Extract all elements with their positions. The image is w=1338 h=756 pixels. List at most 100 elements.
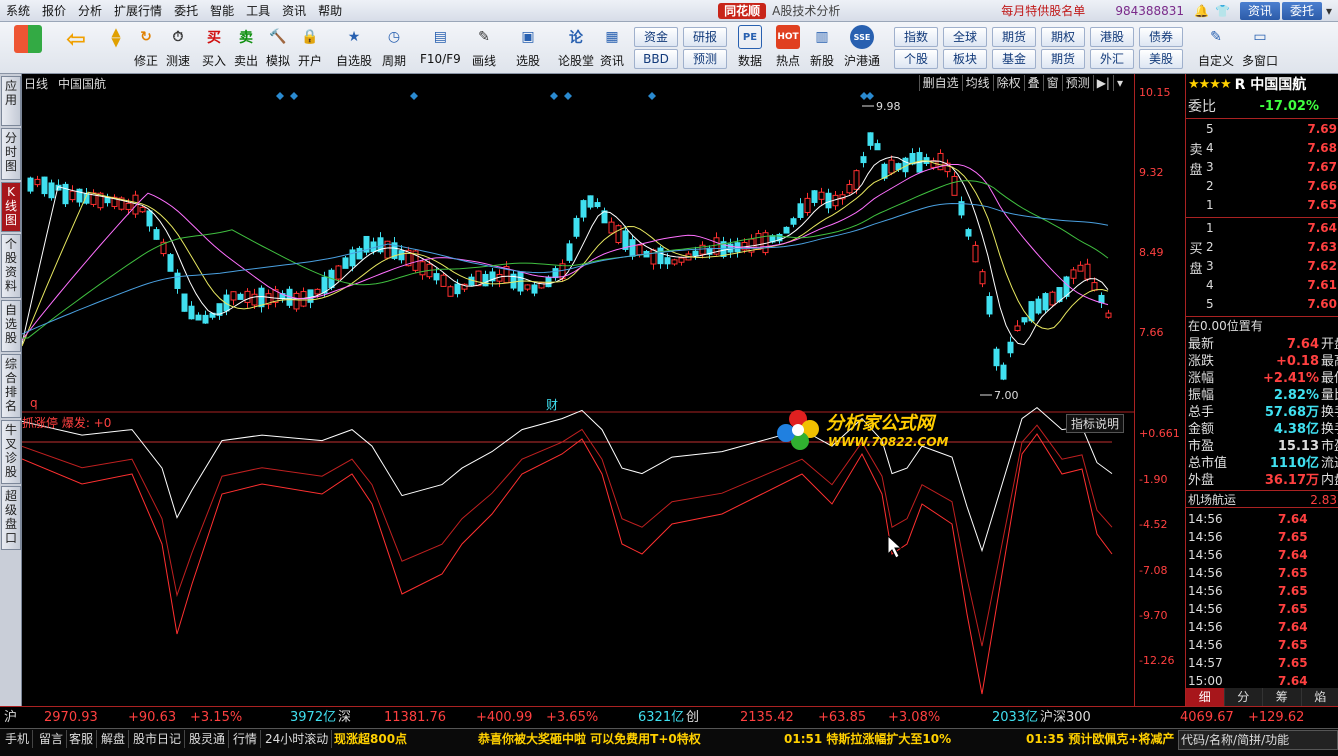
hotspot-button[interactable]: HOT 热点 <box>776 25 800 71</box>
buy-level[interactable]: 2 7.63 <box>1206 239 1338 256</box>
tab-kline[interactable]: K线图 <box>1 182 21 232</box>
overlay-button[interactable]: 叠 <box>1023 75 1043 91</box>
sell-level[interactable]: 5 7.69 <box>1206 121 1338 138</box>
open-account-button[interactable]: 🔒 开户 <box>298 25 322 71</box>
up-down-button[interactable]: ▲ ▼ <box>104 25 128 71</box>
multi-window-button[interactable]: ▭ 多窗口 <box>1242 25 1278 71</box>
news-ticker-3[interactable]: 01:51 特斯拉涨幅扩大至10% <box>784 730 951 748</box>
back-button[interactable]: ⇦ <box>62 25 90 71</box>
index-button[interactable]: 指数 <box>894 27 938 47</box>
correct-button[interactable]: ↻ 修正 <box>134 25 158 71</box>
buy-level[interactable]: 4 7.61 <box>1206 277 1338 294</box>
mobile-button[interactable]: 手机 <box>2 730 34 748</box>
sell-level[interactable]: 1 7.65 <box>1206 197 1338 214</box>
draw-line-button[interactable]: ✎ 画线 <box>472 25 496 71</box>
tab-super-level2[interactable]: 超级盘口 <box>1 486 21 550</box>
buy-button[interactable]: 买 买入 <box>202 25 226 71</box>
bell-icon[interactable]: 🔔 <box>1194 4 1209 18</box>
sell-button[interactable]: 卖 卖出 <box>234 25 258 71</box>
menu-analysis[interactable]: 分析 <box>72 0 108 22</box>
tab-intraday[interactable]: 分时图 <box>1 128 21 180</box>
ipo-button[interactable]: ▥ 新股 <box>810 25 834 71</box>
research-button[interactable]: 研报 <box>683 27 727 47</box>
f10-button[interactable]: ▤ F10/F9 <box>420 25 461 71</box>
indicator-help-button[interactable]: 指标说明 <box>1065 414 1124 433</box>
window-button[interactable]: 窗 <box>1042 75 1062 91</box>
tab-ranking[interactable]: 综合排名 <box>1 354 21 418</box>
analysis-button[interactable]: 解盘 <box>98 730 130 748</box>
menu-system[interactable]: 系统 <box>0 0 36 22</box>
tab-apps[interactable]: 应用 <box>1 76 21 126</box>
futures2-button[interactable]: 期货 <box>1041 49 1085 69</box>
tab-detail[interactable]: 细 <box>1186 688 1224 706</box>
forecast-button[interactable]: 预测 <box>683 49 727 69</box>
buy-level[interactable]: 5 7.60 <box>1206 296 1338 313</box>
us-stock-button[interactable]: 美股 <box>1139 49 1183 69</box>
forex-button[interactable]: 外汇 <box>1090 49 1134 69</box>
news-ticker-2[interactable]: 恭喜你被大奖砸中啦 可以免费用T+0特权 <box>478 730 701 748</box>
menu-news[interactable]: 资讯 <box>276 0 312 22</box>
bond-button[interactable]: 债券 <box>1139 27 1183 47</box>
forum-button[interactable]: 论 论股堂 <box>558 25 594 71</box>
futures-button[interactable]: 期货 <box>992 27 1036 47</box>
promo-link[interactable]: 每月特供股名单 <box>1001 2 1085 19</box>
24h-button[interactable]: 24小时滚动 <box>262 730 333 748</box>
tab-flame[interactable]: 焰 <box>1301 688 1338 706</box>
code-search-input[interactable]: 代码/名称/简拼/功能 <box>1178 730 1338 750</box>
guling-button[interactable]: 股灵通 <box>186 730 230 748</box>
news-ticker-4[interactable]: 01:35 预计欧佩克+将减产 <box>1026 730 1174 748</box>
shirt-icon[interactable]: 👕 <box>1215 4 1230 18</box>
tab-watchlist[interactable]: 自选股 <box>1 300 21 352</box>
sell-level[interactable]: 3 7.67 <box>1206 159 1338 176</box>
data-button[interactable]: PE 数据 <box>738 25 762 71</box>
menu-quote[interactable]: 报价 <box>36 0 72 22</box>
simulate-button[interactable]: 🔨 模拟 <box>266 25 290 71</box>
period-button[interactable]: ◷ 周期 <box>382 25 406 71</box>
layout-button[interactable] <box>14 25 42 71</box>
chevron-down-icon[interactable]: ▾ <box>1112 75 1126 91</box>
menu-tools[interactable]: 工具 <box>240 0 276 22</box>
diary-button[interactable]: 股市日记 <box>130 730 186 748</box>
predict-button[interactable]: 预测 <box>1061 75 1093 91</box>
index-bar[interactable]: 沪 2970.93 +90.63 +3.15% 3972亿 深 11381.76… <box>0 706 1338 728</box>
news-ticker-1[interactable]: 现涨超800点 <box>334 730 407 748</box>
kline-chart[interactable]: 9.98 7.00 <box>22 74 1134 706</box>
menu-trade[interactable]: 委托 <box>168 0 204 22</box>
speed-test-button[interactable]: ⏱ 测速 <box>166 25 190 71</box>
menu-smart[interactable]: 智能 <box>204 0 240 22</box>
remove-watchlist-button[interactable]: 删自选 <box>918 75 962 91</box>
fund-flow-button[interactable]: 资金 <box>634 27 678 47</box>
sector-row[interactable]: 机场航运 2.83 <box>1186 490 1338 508</box>
hk-stock-button[interactable]: 港股 <box>1090 27 1134 47</box>
top-trade-button[interactable]: 委托 <box>1281 1 1322 20</box>
global-button[interactable]: 全球 <box>943 27 987 47</box>
tab-minute[interactable]: 分 <box>1224 688 1262 706</box>
kline-chart-area[interactable]: 9.98 7.00 日线 中国国航 删自选 均线 除权 叠 窗 预测 ▶| ▾ q… <box>22 74 1134 706</box>
options-button[interactable]: 期权 <box>1041 27 1085 47</box>
sell-level[interactable]: 2 7.66 <box>1206 178 1338 195</box>
hk-connect-button[interactable]: SSE 沪港通 <box>844 25 880 71</box>
last-icon[interactable]: ▶| <box>1092 75 1113 91</box>
buy-level[interactable]: 1 7.64 <box>1206 220 1338 237</box>
menu-extended[interactable]: 扩展行情 <box>108 0 168 22</box>
ma-button[interactable]: 均线 <box>961 75 993 91</box>
tab-chips[interactable]: 筹 <box>1263 688 1301 706</box>
watchlist-button[interactable]: ★ 自选股 <box>336 25 372 71</box>
marker-finance[interactable]: 财 <box>546 396 558 413</box>
stock-select-button[interactable]: ▣ 选股 <box>516 25 540 71</box>
news-button[interactable]: ▦ 资讯 <box>600 25 624 71</box>
sell-level[interactable]: 4 7.68 <box>1206 140 1338 157</box>
top-news-button[interactable]: 资讯 <box>1239 1 1280 20</box>
bbd-button[interactable]: BBD <box>634 49 678 69</box>
menu-help[interactable]: 帮助 <box>312 0 348 22</box>
custom-button[interactable]: ✎ 自定义 <box>1198 25 1234 71</box>
sector-button[interactable]: 板块 <box>943 49 987 69</box>
dropdown-icon[interactable]: ▾ <box>1326 4 1332 18</box>
service-button[interactable]: 客服 <box>66 730 98 748</box>
fund-button[interactable]: 基金 <box>992 49 1036 69</box>
tab-stock-info[interactable]: 个股资料 <box>1 234 21 298</box>
tab-diagnosis[interactable]: 牛叉诊股 <box>1 420 21 484</box>
message-button[interactable]: 留言 <box>36 730 68 748</box>
buy-level[interactable]: 3 7.62 <box>1206 258 1338 275</box>
market-button[interactable]: 行情 <box>230 730 262 748</box>
